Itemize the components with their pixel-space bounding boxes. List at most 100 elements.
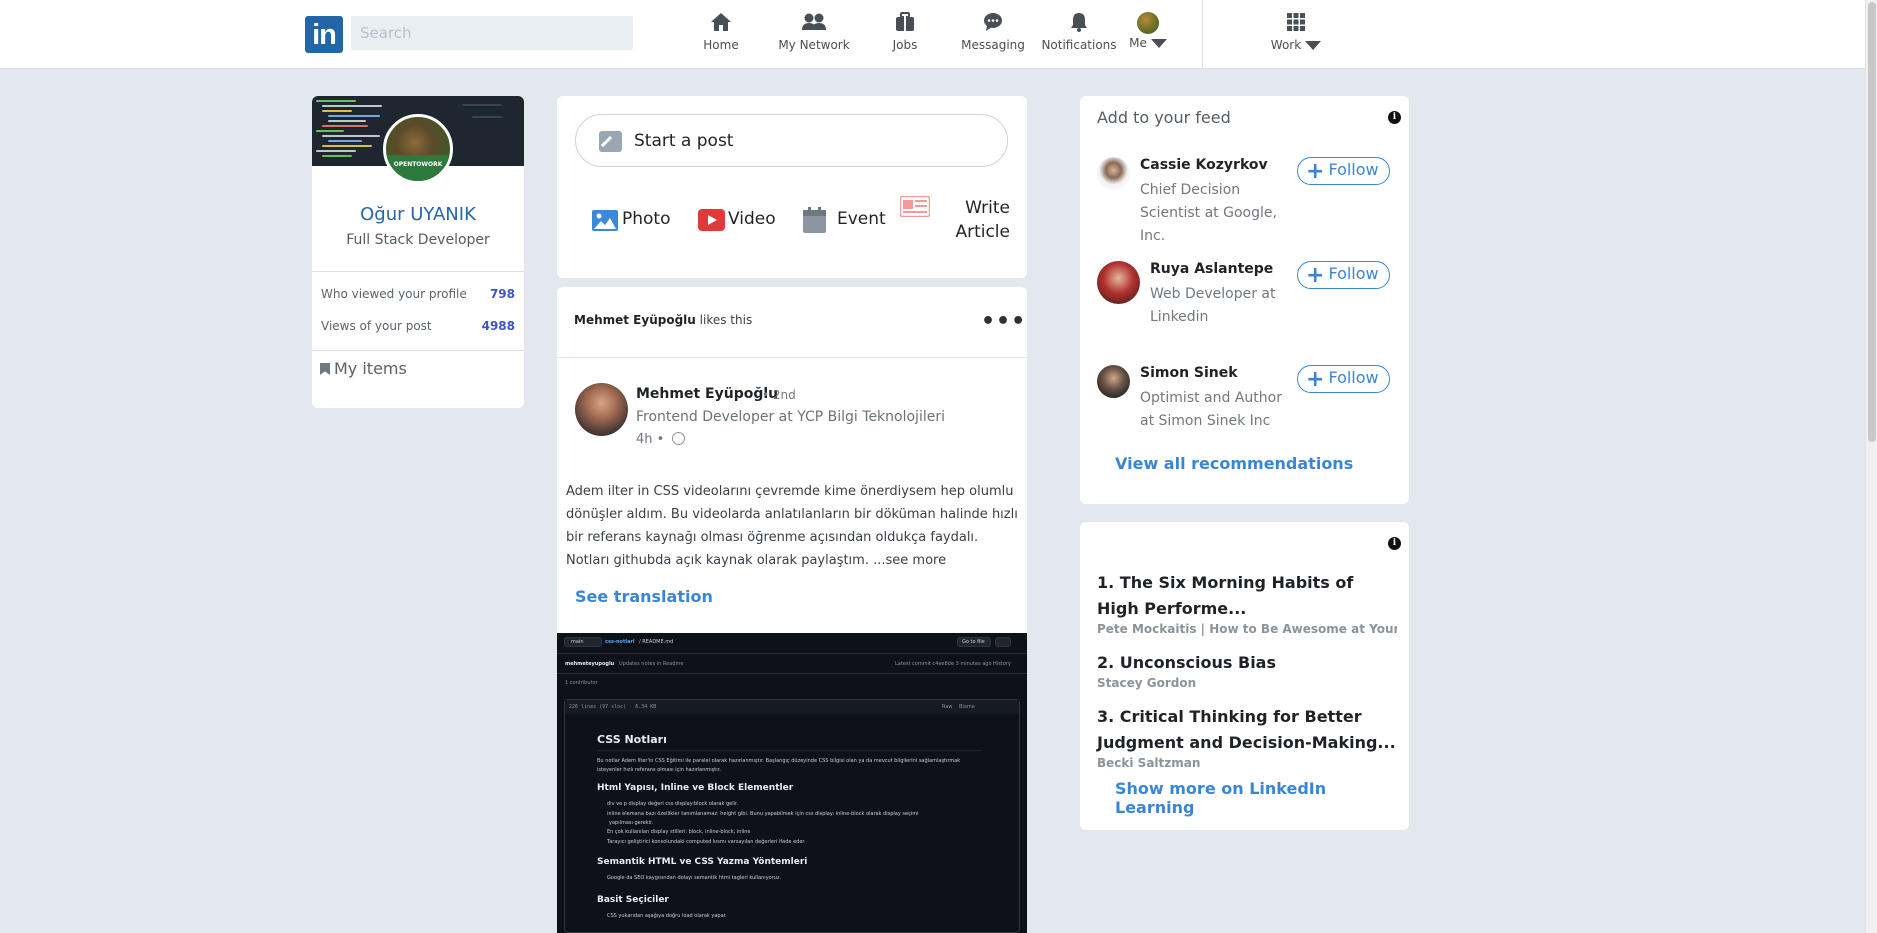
page-scrollbar[interactable] [1865,0,1877,933]
nav-messaging[interactable]: Messaging [958,12,1028,52]
briefcase-icon [896,12,914,31]
see-translation-link[interactable]: See translation [575,587,713,606]
event-label: Event [837,209,886,229]
recommendation-name[interactable]: Cassie Kozyrkov [1140,157,1268,173]
avatar[interactable] [1097,365,1130,398]
connection-degree: • 2nd [762,388,796,402]
card-title: Add to your feed [1097,108,1231,127]
readme-heading-2: Semantik HTML ve CSS Yazma Yöntemleri [597,857,808,867]
follow-label: Follow [1328,367,1379,387]
pencil-icon [599,131,622,152]
readme-item-5: Google da SEO kaygısından dolayı semanti… [607,875,782,881]
post-text: Adem ilter in CSS videolarını çevremde k… [566,480,1021,572]
history-link: History [993,661,1011,667]
see-more-link[interactable]: ...see more [873,553,946,568]
view-all-recommendations-link[interactable]: View all recommendations [1115,454,1353,473]
info-icon[interactable]: i [1388,537,1401,550]
nav-home-label: Home [703,38,739,52]
nav-notifications[interactable]: Notifications [1040,12,1118,52]
start-post-label: Start a post [634,130,734,151]
my-items-label: My items [334,359,407,378]
post-time-text: 4h • [636,432,665,447]
top-navigation-bar: in Home My Network Jobs Messaging Notifi… [0,0,1865,69]
profile-card: OPENTOWORK Oğur UYANIK Full Stack Develo… [312,96,524,408]
grid-icon [1287,13,1305,31]
photo-button[interactable]: Photo [592,209,671,231]
event-button[interactable]: Event [803,207,886,233]
nav-home[interactable]: Home [700,12,742,52]
readme-item-2: inline elemana bazı özellikler tanımlana… [607,811,919,817]
avatar[interactable] [1097,261,1140,304]
avatar [1137,12,1159,34]
chat-bubble-icon [984,13,1002,31]
blame-button: Blame [959,704,975,710]
stat-value: 4988 [481,319,515,333]
readme-item-6: CSS yukarıdan aşağıya doğru load olarak … [607,913,727,919]
profile-headline: Full Stack Developer [346,232,490,248]
nav-me[interactable]: Me [1128,12,1168,50]
stat-profile-views[interactable]: Who viewed your profile 798 [321,287,515,301]
chevron-down-icon [1150,39,1167,48]
readme-heading-1: Html Yapısı, Inline ve Block Elementler [597,783,794,793]
readme-item-4: Tarayıcı geliştirici konsolundaki comput… [607,839,806,845]
course-item[interactable]: 3. Critical Thinking for Better Judgment… [1097,704,1397,770]
recommendation-name[interactable]: Ruya Aslantepe [1150,261,1273,277]
course-author: Pete Mockaitis | How to Be Awesome at Yo… [1097,622,1397,636]
recommendation-name[interactable]: Simon Sinek [1140,365,1238,381]
nav-my-network[interactable]: My Network [774,12,854,52]
bookmark-icon [320,363,330,375]
stat-label: Who viewed your profile [321,287,467,301]
nav-jobs[interactable]: Jobs [885,12,925,52]
nav-work-label: Work [1270,38,1302,52]
scrollbar-thumb[interactable] [1868,2,1876,442]
course-item[interactable]: 1. The Six Morning Habits of High Perfor… [1097,570,1397,636]
course-title: 1. The Six Morning Habits of High Perfor… [1097,573,1354,618]
plus-icon: + [1306,262,1325,288]
follow-label: Follow [1328,159,1379,179]
likes-this-text: likes this [699,313,753,327]
readme-item-1: div ve p display değeri css display:bloc… [607,801,739,807]
course-author: Becki Saltzman [1097,756,1201,770]
article-icon [900,196,930,217]
chevron-down-icon [1305,41,1322,50]
stat-label: Views of your post [321,319,432,333]
liker-name[interactable]: Mehmet Eyüpoğlu [574,313,696,327]
stat-post-views[interactable]: Views of your post 4988 [321,319,515,333]
divider [312,271,524,272]
photo-label: Photo [622,209,671,229]
profile-avatar[interactable]: OPENTOWORK [383,114,453,184]
search-input[interactable] [351,16,633,50]
author-avatar[interactable] [575,383,628,436]
post-image[interactable]: main css-notlari / README.md Go to file … [557,633,1027,933]
follow-button[interactable]: + Follow [1297,365,1390,393]
divider [557,653,1027,654]
video-button[interactable]: Video [698,209,776,231]
follow-button[interactable]: + Follow [1297,261,1390,289]
readme-item-3: En çok kullanılan display stilleri: bloc… [607,829,751,835]
write-article-button[interactable]: Write Article [900,196,1010,244]
info-icon[interactable]: i [1388,111,1401,124]
more-button [995,637,1011,647]
show-more-learning-link[interactable]: Show more on LinkedIn Learning [1115,779,1409,817]
course-item[interactable]: 2. Unconscious Bias Stacey Gordon [1097,650,1397,690]
feed-post: Mehmet Eyüpoğlu likes this ••• Mehmet Ey… [557,287,1027,933]
nav-work[interactable]: Work [1256,12,1336,52]
linkedin-logo[interactable]: in [305,16,343,53]
follow-button[interactable]: + Follow [1297,157,1390,185]
divider [312,350,524,351]
divider [557,673,1027,674]
my-items-link[interactable]: My items [320,359,407,378]
start-post-button[interactable]: Start a post [575,114,1008,167]
more-options-icon[interactable]: ••• [981,309,1026,334]
add-to-feed-card: Add to your feed i Cassie Kozyrkov Chief… [1080,96,1409,504]
readme-intro-1: Bu notlar Adem Ilter'in CSS Eğitimi ile … [597,758,961,764]
profile-name[interactable]: Oğur UYANIK [312,204,524,225]
home-icon [711,13,731,31]
plus-icon: + [1306,366,1325,392]
photo-icon [592,210,618,231]
nav-messaging-label: Messaging [961,38,1025,52]
author-name[interactable]: Mehmet Eyüpoğlu [636,386,778,402]
latest-commit: Latest commit c4ee8de 3 minutes ago [895,661,992,667]
go-to-file-label: Go to file [962,639,985,645]
avatar[interactable] [1097,157,1130,190]
